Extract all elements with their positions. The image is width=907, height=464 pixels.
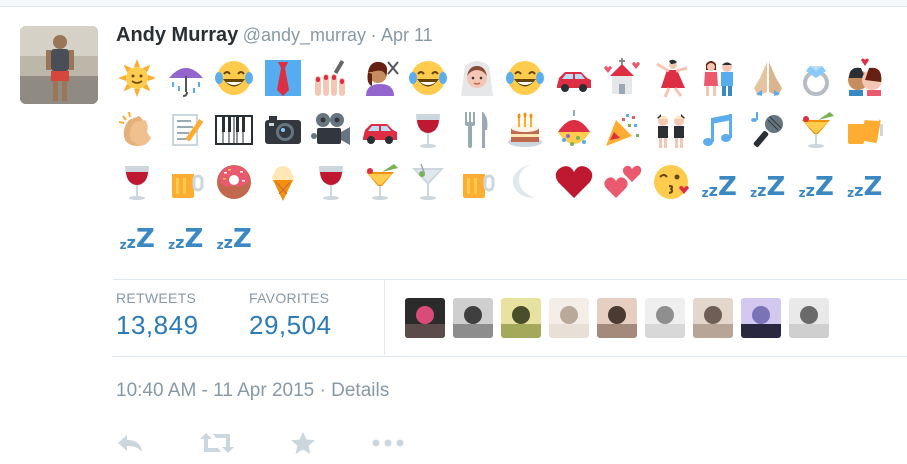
doughnut-icon xyxy=(210,158,259,206)
cocktail-icon xyxy=(404,158,453,206)
tweet-date[interactable]: Apr 11 xyxy=(381,25,433,45)
favoriter-avatars xyxy=(405,298,829,338)
details-link[interactable]: Details xyxy=(331,380,389,401)
zzz-icon: zzZ xyxy=(847,172,883,202)
zzz-icon: zzZ xyxy=(119,224,155,254)
red-heart-icon xyxy=(550,158,599,206)
tweet-header: Andy Murray @andy_murray · Apr 11 xyxy=(116,24,433,47)
favoriter-avatar[interactable] xyxy=(645,298,685,338)
ring-icon xyxy=(792,54,841,102)
zzz-icon: zzZ xyxy=(168,224,204,254)
favoriter-avatar[interactable] xyxy=(597,298,637,338)
tropical-drink-icon xyxy=(356,158,405,206)
favoriter-avatar[interactable] xyxy=(501,298,541,338)
laughing-tears-icon xyxy=(404,54,453,102)
beer-icon xyxy=(453,158,502,206)
two-hearts-icon xyxy=(598,158,647,206)
dancer-icon xyxy=(647,54,696,102)
favoriter-avatar[interactable] xyxy=(741,298,781,338)
stats-top-divider xyxy=(113,279,907,280)
favorites-count: 29,504 xyxy=(249,310,332,340)
clapping-hands-icon xyxy=(113,106,162,154)
tweet-text: zzZ zzZ zzZ zzZ zzZ zzZ zzZ xyxy=(113,52,903,260)
favoriter-avatar[interactable] xyxy=(693,298,733,338)
retweets-count: 13,849 xyxy=(116,310,199,340)
kissing-face-icon xyxy=(647,158,696,206)
retweets-label: RETWEETS xyxy=(116,290,197,306)
music-notes-icon xyxy=(695,106,744,154)
emoji-row: zzZ zzZ zzZ zzZ xyxy=(113,156,903,208)
haircut-icon xyxy=(356,54,405,102)
couple-icon xyxy=(695,54,744,102)
camera-icon xyxy=(259,106,308,154)
tweet-timestamp-row: 10:40 AM - 11 Apr 2015 · Details xyxy=(116,380,389,402)
wine-glass-icon xyxy=(404,106,453,154)
more-icon[interactable] xyxy=(372,430,404,456)
tweet-timestamp: 10:40 AM - 11 Apr 2015 xyxy=(116,380,315,401)
avatar[interactable] xyxy=(20,26,98,104)
top-divider xyxy=(0,0,907,7)
beer-icon xyxy=(162,158,211,206)
birthday-cake-icon xyxy=(501,106,550,154)
nail-polish-icon xyxy=(307,54,356,102)
favorites-label: FAVORITES xyxy=(249,290,330,306)
user-name[interactable]: Andy Murray xyxy=(116,24,238,46)
date-separator: · xyxy=(370,25,377,45)
favoriter-avatar[interactable] xyxy=(453,298,493,338)
necktie-icon xyxy=(259,54,308,102)
umbrella-rain-icon xyxy=(162,54,211,102)
favoriter-avatar[interactable] xyxy=(789,298,829,338)
beers-icon xyxy=(841,106,890,154)
dancers-icon xyxy=(647,106,696,154)
wedding-chapel-icon xyxy=(598,54,647,102)
stats-bottom-divider xyxy=(113,356,907,357)
kiss-icon xyxy=(841,54,890,102)
laughing-tears-icon xyxy=(501,54,550,102)
timestamp-separator: · xyxy=(319,380,326,401)
tweet-actions xyxy=(116,430,460,456)
car-icon xyxy=(550,54,599,102)
stats-separator xyxy=(384,280,385,355)
favoriter-avatar[interactable] xyxy=(405,298,445,338)
praying-hands-icon xyxy=(744,54,793,102)
car-icon xyxy=(356,106,405,154)
piano-keys-icon xyxy=(210,106,259,154)
retweets-stat[interactable]: RETWEETS 13,849 xyxy=(116,290,199,341)
wine-glass-icon xyxy=(307,158,356,206)
zzz-icon: zzZ xyxy=(701,172,737,202)
favorite-icon[interactable] xyxy=(290,430,316,456)
movie-camera-icon xyxy=(307,106,356,154)
microphone-icon xyxy=(744,106,793,154)
fork-knife-icon xyxy=(453,106,502,154)
favoriter-avatar[interactable] xyxy=(549,298,589,338)
confetti-ball-icon xyxy=(550,106,599,154)
memo-icon xyxy=(162,106,211,154)
ice-cream-icon xyxy=(259,158,308,206)
favorites-stat[interactable]: FAVORITES 29,504 xyxy=(249,290,332,341)
emoji-row xyxy=(113,104,903,156)
crescent-moon-icon xyxy=(501,158,550,206)
emoji-row: zzZ zzZ zzZ xyxy=(113,208,903,260)
zzz-icon: zzZ xyxy=(750,172,786,202)
reply-icon[interactable] xyxy=(116,430,144,456)
user-handle[interactable]: @andy_murray xyxy=(243,25,366,45)
sun-icon xyxy=(113,54,162,102)
party-popper-icon xyxy=(598,106,647,154)
tropical-drink-icon xyxy=(792,106,841,154)
laughing-tears-icon xyxy=(210,54,259,102)
zzz-icon: zzZ xyxy=(216,224,252,254)
retweet-icon[interactable] xyxy=(200,430,234,456)
emoji-row xyxy=(113,52,903,104)
zzz-icon: zzZ xyxy=(798,172,834,202)
bride-icon xyxy=(453,54,502,102)
wine-glass-icon xyxy=(113,158,162,206)
